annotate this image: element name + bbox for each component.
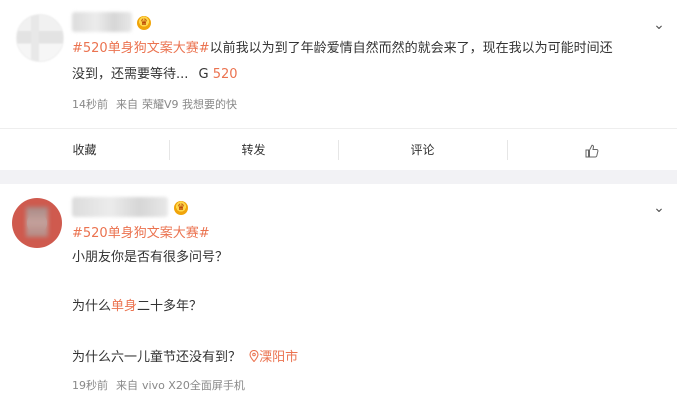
source-device[interactable]: vivo X20全面屏手机 (142, 379, 245, 392)
source-device[interactable]: 荣耀V9 我想要的快 (142, 98, 237, 111)
chevron-down-icon[interactable]: ⌄ (651, 200, 667, 216)
post-card-1: ♛ ⌄ #520单身狗文案大赛#以前我以为到了年龄爱情自然而然的就会来了，现在我… (0, 0, 677, 170)
topic-tag[interactable]: #520单身狗文案大赛# (72, 226, 210, 241)
thumbs-up-icon (585, 144, 598, 157)
timestamp: 14秒前 (72, 98, 108, 111)
timestamp: 19秒前 (72, 379, 108, 392)
username-blurred[interactable] (72, 197, 168, 217)
topic-tag[interactable]: #520单身狗文案大赛# (72, 41, 210, 56)
avatar[interactable] (12, 198, 62, 248)
comment-button[interactable]: 评论 (338, 129, 507, 171)
repost-button[interactable]: 转发 (169, 129, 338, 171)
topic-tag-line: #520单身狗文案大赛# (72, 222, 210, 246)
number-link[interactable]: 520 (213, 67, 238, 82)
post-text-line-1: #520单身狗文案大赛#以前我以为到了年龄爱情自然而然的就会来了，现在我以为可能… (72, 41, 613, 56)
g-label: G (198, 67, 209, 82)
chevron-down-icon[interactable]: ⌄ (651, 17, 667, 33)
avatar[interactable] (16, 14, 64, 62)
post-meta: 14秒前 来自 荣耀V9 我想要的快 (72, 98, 238, 111)
crown-badge-icon: ♛ (174, 201, 188, 215)
location-pin-icon (249, 349, 259, 363)
location-link[interactable]: 溧阳市 (249, 349, 298, 365)
post-text-line-1: 小朋友你是否有很多问号？ (72, 250, 229, 265)
collect-button[interactable]: 收藏 (0, 129, 169, 171)
post-text-line-2: 没到，还需要等待... G 520 (72, 67, 238, 82)
username-blurred[interactable] (72, 12, 132, 32)
crown-badge-icon: ♛ (137, 16, 151, 30)
like-button[interactable] (507, 129, 676, 171)
post-meta: 19秒前 来自 vivo X20全面屏手机 (72, 379, 245, 392)
action-bar: 收藏 转发 评论 (0, 128, 677, 170)
post-text-line-3: 为什么六一儿童节还没有到？ 溧阳市 (72, 349, 299, 365)
post-text-line-2: 为什么单身二十多年？ (72, 299, 203, 314)
